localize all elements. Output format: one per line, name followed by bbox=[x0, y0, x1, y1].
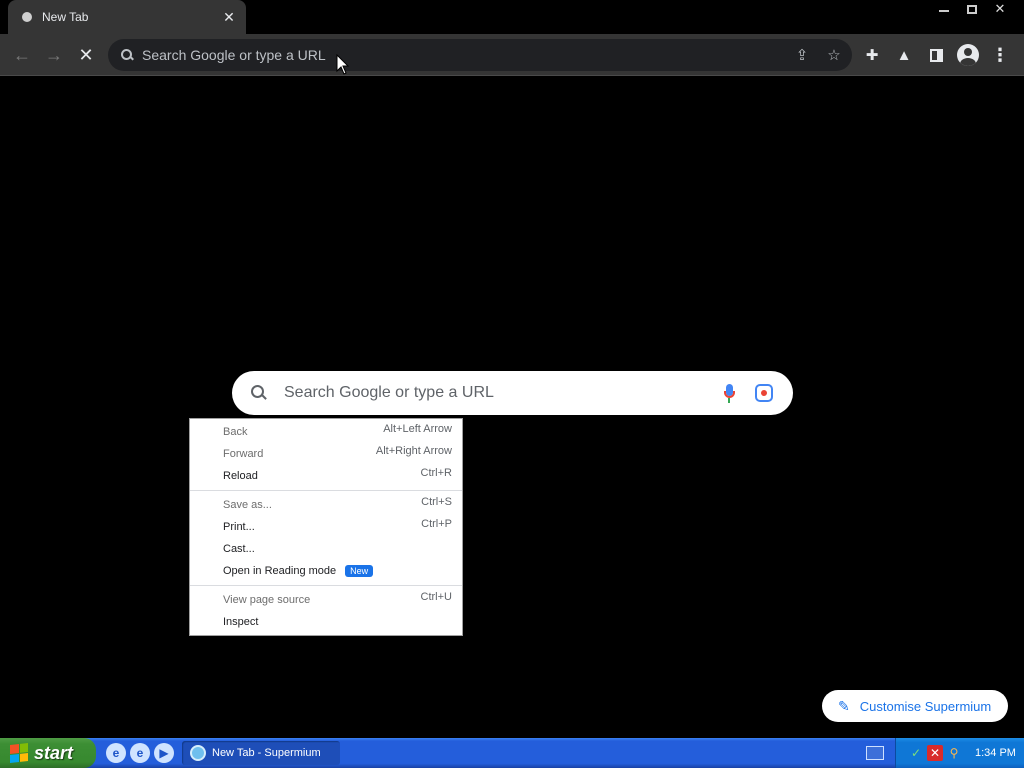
address-bar[interactable]: Search Google or type a URL ⇪ ☆ bbox=[108, 39, 852, 71]
system-tray: ✓ ✕ ⚲ 1:34 PM bbox=[895, 738, 1024, 768]
toolbar-actions: ✚ ▲ ⋮ bbox=[860, 42, 1012, 68]
network-icon[interactable]: ✓ bbox=[908, 745, 924, 761]
menu-item-label: Forward bbox=[223, 448, 264, 460]
supermium-icon bbox=[190, 745, 206, 761]
menu-item-shortcut: Ctrl+U bbox=[420, 591, 452, 603]
menu-item-label: Open in Reading mode bbox=[223, 565, 337, 577]
security-alert-icon[interactable]: ✕ bbox=[927, 745, 943, 761]
menu-item-shortcut: Ctrl+P bbox=[421, 518, 452, 530]
menu-separator bbox=[190, 490, 462, 491]
window-controls: ✕ bbox=[930, 0, 1014, 18]
menu-kebab-icon[interactable]: ⋮ bbox=[988, 42, 1012, 68]
menu-item-reading-mode[interactable]: Open in Reading mode New bbox=[190, 560, 462, 582]
address-bar-actions: ⇪ ☆ bbox=[790, 43, 846, 67]
menu-item-label: Back bbox=[223, 426, 248, 438]
menu-item-inspect[interactable]: Inspect bbox=[190, 611, 462, 633]
menu-item-label: View page source bbox=[223, 594, 311, 606]
voice-search-mic-icon[interactable] bbox=[719, 382, 739, 404]
clock: 1:34 PM bbox=[975, 747, 1016, 759]
taskbar-item-label: New Tab - Supermium bbox=[212, 747, 321, 759]
menu-item-label: Print... bbox=[223, 521, 255, 533]
profile-button[interactable] bbox=[956, 42, 980, 68]
forward-button[interactable]: → bbox=[42, 43, 66, 67]
google-lens-icon[interactable] bbox=[755, 384, 773, 402]
restore-button[interactable] bbox=[958, 0, 986, 18]
menu-item-cast[interactable]: Cast... bbox=[190, 538, 462, 560]
close-window-button[interactable]: ✕ bbox=[986, 0, 1014, 18]
pencil-icon: ✎ bbox=[838, 697, 850, 714]
media-player-icon[interactable]: ▶ bbox=[154, 743, 174, 763]
new-tab-page: Search Google or type a URL ✎ Customise … bbox=[0, 77, 1024, 738]
menu-item-forward[interactable]: Forward Alt+Right Arrow bbox=[190, 443, 462, 465]
quick-launch: e e ▶ bbox=[106, 743, 174, 763]
start-label: start bbox=[34, 742, 74, 763]
search-icon bbox=[120, 48, 134, 62]
menu-item-reload[interactable]: Reload Ctrl+R bbox=[190, 465, 462, 487]
tab-strip: New Tab ✕ ✕ bbox=[0, 0, 1024, 34]
windows-flag-icon bbox=[10, 743, 28, 763]
back-button[interactable]: ← bbox=[10, 43, 34, 67]
labs-flask-icon[interactable]: ▲ bbox=[892, 42, 916, 68]
menu-item-label: Reload bbox=[223, 470, 258, 482]
tab-title: New Tab bbox=[42, 10, 89, 24]
menu-item-view-source[interactable]: View page source Ctrl+U bbox=[190, 589, 462, 611]
favicon-icon bbox=[22, 12, 32, 22]
tab-new-tab[interactable]: New Tab ✕ bbox=[8, 0, 246, 34]
customise-label: Customise Supermium bbox=[859, 698, 992, 714]
side-panel-button[interactable] bbox=[924, 42, 948, 68]
avatar-icon bbox=[957, 44, 979, 66]
context-menu: Back Alt+Left Arrow Forward Alt+Right Ar… bbox=[189, 418, 463, 636]
menu-item-shortcut: Ctrl+S bbox=[421, 496, 452, 508]
menu-item-label: Cast... bbox=[223, 543, 255, 555]
browser-toolbar: ← → ✕ Search Google or type a URL ⇪ ☆ ✚ … bbox=[0, 34, 1024, 76]
browser-quick-launch-icon[interactable]: e bbox=[130, 743, 150, 763]
menu-item-label: Inspect bbox=[223, 616, 259, 628]
search-tray-icon[interactable]: ⚲ bbox=[946, 745, 962, 761]
minimize-button[interactable] bbox=[930, 0, 958, 18]
taskbar: start e e ▶ New Tab - Supermium ✓ ✕ ⚲ 1:… bbox=[0, 738, 1024, 768]
restore-icon bbox=[967, 4, 977, 14]
keyboard-layout-icon[interactable] bbox=[866, 746, 884, 760]
search-icon bbox=[250, 384, 268, 402]
minimize-icon bbox=[939, 9, 949, 12]
menu-item-shortcut: Alt+Right Arrow bbox=[375, 445, 452, 457]
close-tab-icon[interactable]: ✕ bbox=[220, 9, 238, 25]
start-button[interactable]: start bbox=[0, 738, 96, 768]
menu-item-save-as[interactable]: Save as... Ctrl+S bbox=[190, 494, 462, 516]
stop-loading-button[interactable]: ✕ bbox=[74, 43, 98, 67]
ntp-search-placeholder: Search Google or type a URL bbox=[284, 384, 494, 401]
bookmark-star-icon[interactable]: ☆ bbox=[822, 43, 846, 67]
customise-button[interactable]: ✎ Customise Supermium bbox=[822, 690, 1008, 722]
menu-item-shortcut: Alt+Left Arrow bbox=[383, 423, 452, 435]
menu-item-shortcut: Ctrl+R bbox=[420, 467, 452, 479]
menu-separator bbox=[190, 585, 462, 586]
internet-explorer-icon[interactable]: e bbox=[106, 743, 126, 763]
menu-item-label: Save as... bbox=[223, 499, 272, 511]
side-panel-icon bbox=[929, 48, 943, 62]
taskbar-item-supermium[interactable]: New Tab - Supermium bbox=[182, 741, 340, 765]
ntp-search-box[interactable]: Search Google or type a URL bbox=[232, 371, 793, 415]
extensions-puzzle-icon[interactable]: ✚ bbox=[860, 42, 884, 68]
menu-item-back[interactable]: Back Alt+Left Arrow bbox=[190, 421, 462, 443]
new-badge: New bbox=[345, 565, 374, 577]
address-bar-placeholder: Search Google or type a URL bbox=[142, 47, 326, 63]
share-icon[interactable]: ⇪ bbox=[790, 43, 814, 67]
menu-item-print[interactable]: Print... Ctrl+P bbox=[190, 516, 462, 538]
screen: New Tab ✕ ✕ ← → ✕ Search Google or type … bbox=[0, 0, 1024, 768]
